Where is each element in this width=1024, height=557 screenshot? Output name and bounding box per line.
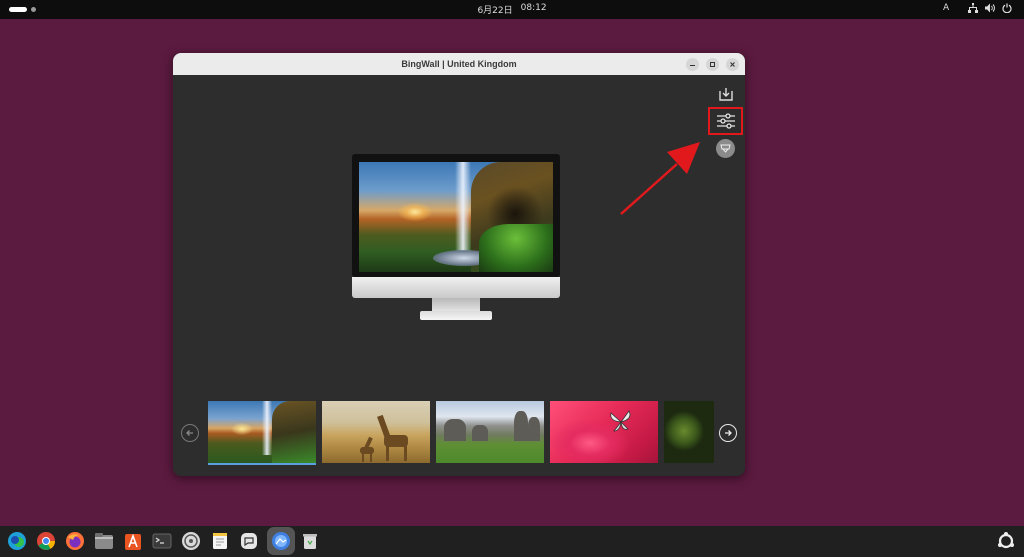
arrow-right-icon bbox=[725, 430, 732, 436]
thumbnail-mountains[interactable] bbox=[436, 401, 544, 463]
dock bbox=[0, 526, 1024, 557]
clock[interactable]: 6月22日 08:12 bbox=[0, 3, 1024, 16]
power-icon bbox=[1002, 3, 1012, 13]
firefox-icon[interactable] bbox=[65, 531, 85, 551]
files-icon[interactable] bbox=[94, 531, 114, 551]
edge-browser-icon[interactable] bbox=[7, 531, 27, 551]
close-icon bbox=[730, 62, 735, 67]
thumbnail-strip bbox=[208, 401, 714, 465]
volume-icon bbox=[985, 3, 995, 13]
network-icon bbox=[968, 3, 978, 13]
monitor-chin bbox=[352, 277, 560, 298]
set-wallpaper-button[interactable] bbox=[716, 139, 735, 158]
bingwall-icon[interactable] bbox=[271, 531, 291, 551]
settings-button[interactable] bbox=[708, 107, 743, 135]
wallpaper-icon bbox=[720, 144, 731, 153]
download-button[interactable] bbox=[717, 86, 735, 102]
monitor-frame bbox=[352, 154, 560, 277]
window-title: BingWall | United Kingdom bbox=[401, 59, 517, 69]
chat-icon[interactable] bbox=[239, 531, 259, 551]
annotation-arrow bbox=[620, 142, 700, 215]
top-bar: 6月22日 08:12 A bbox=[0, 0, 1024, 19]
download-icon bbox=[719, 87, 733, 101]
date-label: 6月22日 bbox=[477, 6, 513, 16]
thumbnail-giraffes[interactable] bbox=[322, 401, 430, 463]
input-method-indicator[interactable]: A bbox=[943, 3, 949, 13]
close-button[interactable] bbox=[726, 58, 739, 71]
system-tray[interactable] bbox=[968, 3, 1012, 13]
wallpaper-preview bbox=[352, 154, 560, 320]
preview-image bbox=[359, 162, 553, 272]
bingwall-window: BingWall | United Kingdom bbox=[173, 53, 745, 476]
title-bar[interactable]: BingWall | United Kingdom bbox=[173, 53, 745, 75]
maximize-button[interactable] bbox=[706, 58, 719, 71]
sliders-icon bbox=[716, 113, 735, 129]
terminal-icon[interactable] bbox=[152, 531, 172, 551]
monitor-base bbox=[420, 311, 492, 320]
trash-icon[interactable] bbox=[300, 531, 320, 551]
app-center-icon[interactable] bbox=[123, 531, 143, 551]
minimize-button[interactable] bbox=[686, 58, 699, 71]
thumbnail-flower[interactable] bbox=[550, 401, 658, 463]
maximize-icon bbox=[710, 62, 715, 67]
next-button[interactable] bbox=[719, 424, 737, 442]
disk-icon[interactable] bbox=[181, 531, 201, 551]
thumbnail-waterfall[interactable] bbox=[208, 401, 316, 465]
chrome-icon[interactable] bbox=[36, 531, 56, 551]
thumbnail-trees[interactable] bbox=[664, 401, 714, 463]
text-editor-icon[interactable] bbox=[210, 531, 230, 551]
minimize-icon bbox=[690, 65, 695, 66]
arrow-left-icon bbox=[186, 430, 193, 436]
monitor-stand bbox=[432, 298, 480, 312]
show-apps-icon[interactable] bbox=[996, 531, 1016, 551]
previous-button[interactable] bbox=[181, 424, 199, 442]
time-label: 08:12 bbox=[520, 3, 547, 13]
